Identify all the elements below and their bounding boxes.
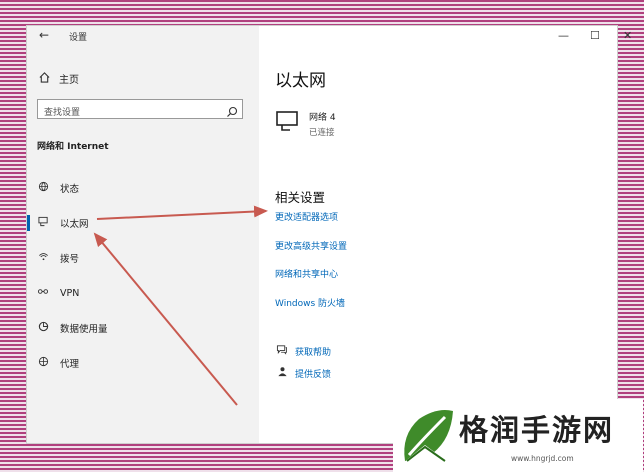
get-help-link[interactable]: 获取帮助 <box>275 344 331 358</box>
link-sharing-center[interactable]: 网络和共享中心 <box>275 267 338 280</box>
get-help-label: 获取帮助 <box>295 347 332 358</box>
sidebar-home[interactable]: 主页 <box>37 71 79 86</box>
sidebar-item-status[interactable]: 状态 <box>27 177 259 199</box>
network-entry[interactable]: 网络 4 已连接 <box>275 110 336 138</box>
sidebar-item-ethernet[interactable]: 以太网 <box>27 212 259 234</box>
network-name: 网络 4 <box>309 113 336 123</box>
search-icon[interactable] <box>226 103 238 117</box>
home-icon <box>37 71 51 86</box>
maximize-icon[interactable]: ☐ <box>590 29 600 42</box>
link-adapter-options[interactable]: 更改适配器选项 <box>275 210 338 223</box>
sidebar-item-label: 状态 <box>60 184 80 195</box>
home-label: 主页 <box>59 75 79 86</box>
sidebar-item-data-usage[interactable]: 数据使用量 <box>27 317 259 339</box>
sidebar-item-label: 数据使用量 <box>60 324 108 335</box>
sidebar-item-label: 代理 <box>60 359 80 370</box>
vpn-icon <box>36 286 50 300</box>
page-title: 以太网 <box>275 71 326 91</box>
watermark: 格润手游网 www.hngrjd.com <box>393 399 643 472</box>
sidebar-item-dialup[interactable]: 拨号 <box>27 247 259 269</box>
ethernet-monitor-icon <box>36 216 50 230</box>
sidebar-item-label: 拨号 <box>60 254 80 265</box>
help-chat-icon <box>275 344 289 358</box>
globe-proxy-icon <box>36 356 50 370</box>
search-box[interactable] <box>37 99 243 122</box>
watermark-url: www.hngrjd.com <box>511 454 574 463</box>
data-usage-icon <box>36 321 50 335</box>
minimize-icon[interactable]: — <box>558 29 569 42</box>
dialup-icon <box>36 251 50 265</box>
ethernet-monitor-icon <box>275 110 301 138</box>
app-title: 设置 <box>69 33 88 43</box>
feedback-icon <box>275 366 289 380</box>
related-settings-title: 相关设置 <box>275 190 326 205</box>
title-bar: ← 设置 <box>27 26 259 48</box>
sidebar-item-label: 以太网 <box>60 219 89 230</box>
settings-window: ← 设置 主页 网络和 Internet 状态 以太网 <box>26 25 632 444</box>
sidebar-item-label: VPN <box>60 287 80 299</box>
give-feedback-link[interactable]: 提供反馈 <box>275 366 331 380</box>
link-advanced-sharing[interactable]: 更改高级共享设置 <box>275 239 347 252</box>
link-windows-firewall[interactable]: Windows 防火墙 <box>275 296 345 309</box>
sidebar-item-proxy[interactable]: 代理 <box>27 352 259 374</box>
give-feedback-label: 提供反馈 <box>295 369 332 380</box>
leaf-logo-icon <box>403 410 453 463</box>
section-title: 网络和 Internet <box>37 142 109 152</box>
network-status: 已连接 <box>309 128 335 138</box>
back-arrow-icon[interactable]: ← <box>39 28 49 42</box>
search-input[interactable] <box>38 104 220 122</box>
close-icon[interactable]: ✕ <box>623 29 632 42</box>
globe-status-icon <box>36 181 50 195</box>
sidebar-item-vpn[interactable]: VPN <box>27 282 259 304</box>
watermark-text: 格润手游网 <box>459 413 615 447</box>
settings-content: — ☐ ✕ 以太网 网络 4 已连接 相关设置 更改适配器选项 更改高级共享设置… <box>259 26 632 443</box>
settings-sidebar: ← 设置 主页 网络和 Internet 状态 以太网 <box>27 26 259 443</box>
